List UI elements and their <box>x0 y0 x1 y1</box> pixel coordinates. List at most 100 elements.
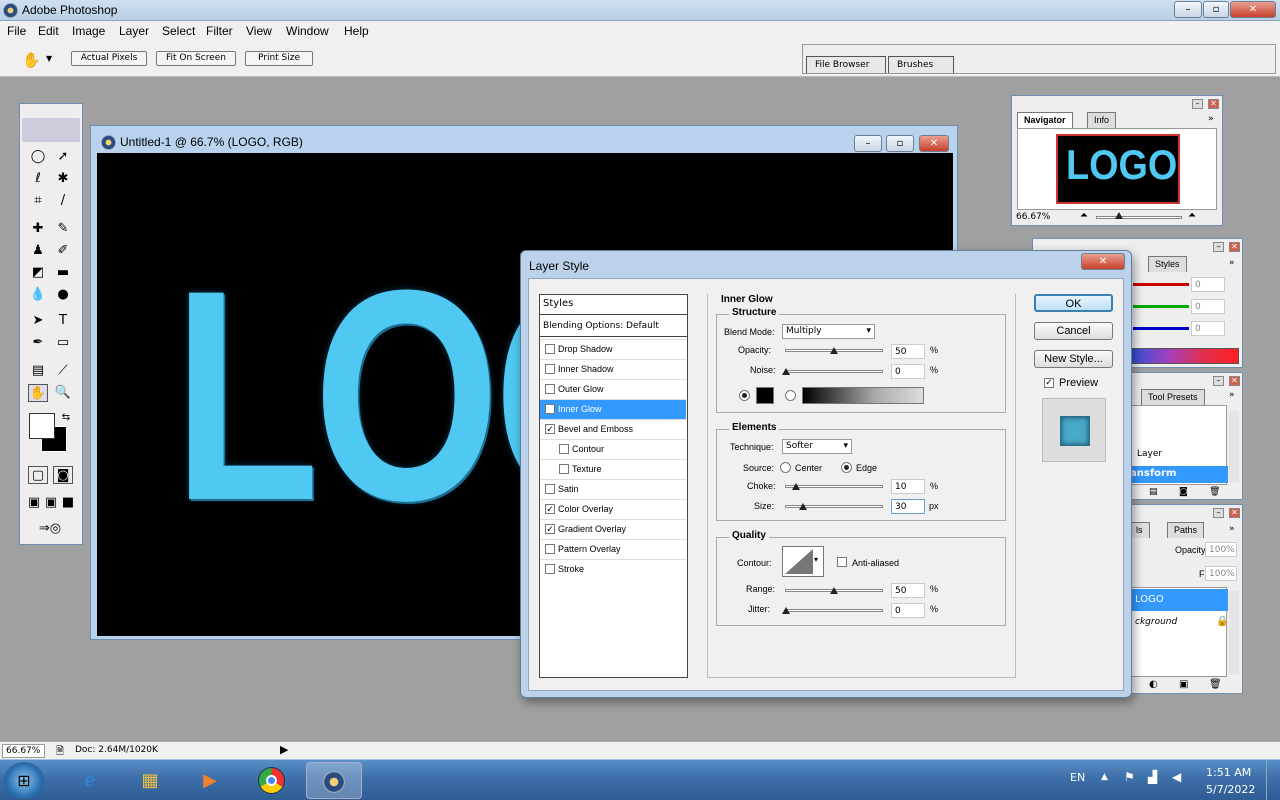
opacity-slider[interactable] <box>785 347 883 354</box>
actual-pixels-button[interactable]: Actual Pixels <box>71 51 147 66</box>
magic-wand-icon[interactable]: ✱ <box>53 170 73 188</box>
navigator-close-button[interactable]: ✕ <box>1208 99 1219 109</box>
history-close-button[interactable]: ✕ <box>1229 376 1240 386</box>
jitter-slider[interactable] <box>782 607 883 614</box>
red-slider[interactable] <box>1133 283 1189 286</box>
menu-edit[interactable]: Edit <box>38 24 59 38</box>
shape-tool-icon[interactable]: ▭ <box>53 334 73 352</box>
blue-value[interactable]: 0 <box>1191 321 1225 336</box>
adjustment-layer-icon[interactable]: ◐ <box>1149 679 1158 690</box>
style-checkbox[interactable] <box>559 444 569 454</box>
doc-minimize-button[interactable]: – <box>854 135 882 152</box>
source-center-radio[interactable] <box>780 462 791 473</box>
chevron-down-icon[interactable]: ▼ <box>46 54 52 63</box>
internet-explorer-icon[interactable]: ℯ <box>62 762 118 799</box>
layer-row-logo[interactable]: LOGO <box>1128 589 1228 611</box>
new-layer-icon[interactable]: ▣ <box>1179 679 1188 690</box>
eyedropper-icon[interactable]: ⟋ <box>53 362 73 380</box>
blur-tool-icon[interactable]: 💧 <box>28 286 48 304</box>
action-center-flag-icon[interactable]: ⚑ <box>1124 770 1135 784</box>
cancel-button[interactable]: Cancel <box>1034 322 1113 340</box>
trash-icon[interactable]: 🗑 <box>1209 487 1220 497</box>
glow-gradient-picker[interactable] <box>802 387 924 404</box>
range-input[interactable]: 50 <box>891 583 925 598</box>
panel-menu-icon[interactable]: » <box>1229 390 1235 400</box>
standard-mode-icon[interactable]: ▢ <box>28 466 48 484</box>
zoom-out-icon[interactable]: ⏶ <box>1080 210 1088 221</box>
menu-filter[interactable]: Filter <box>206 24 233 38</box>
panel-menu-icon[interactable]: » <box>1229 524 1235 534</box>
tab-styles[interactable]: Styles <box>1148 256 1187 272</box>
hand-icon[interactable]: ✋ <box>22 51 41 69</box>
imageready-jump-icon[interactable]: ⇒◎ <box>28 520 72 538</box>
lasso-tool-icon[interactable]: ℓ <box>28 170 48 188</box>
volume-icon[interactable]: ◀ <box>1172 770 1181 784</box>
style-checkbox[interactable]: ✓ <box>545 404 555 414</box>
dialog-close-button[interactable]: ✕ <box>1081 253 1125 270</box>
style-item-satin[interactable]: Satin <box>540 479 686 499</box>
style-item-inner-glow[interactable]: ✓ Inner Glow <box>540 399 686 419</box>
screen-mode-standard-icon[interactable]: ▣ <box>26 494 42 512</box>
restore-button[interactable]: ▫ <box>1203 1 1229 18</box>
path-select-icon[interactable]: ➤ <box>28 312 48 330</box>
style-checkbox[interactable] <box>559 464 569 474</box>
zoom-tool-icon[interactable]: 🔍 <box>53 384 73 402</box>
camera-icon[interactable]: ◙ <box>1179 487 1188 497</box>
color-close-button[interactable]: ✕ <box>1229 242 1240 252</box>
style-item-color-overlay[interactable]: ✓ Color Overlay <box>540 499 686 519</box>
tab-layers[interactable]: ls <box>1129 522 1150 538</box>
layer-fill-field[interactable]: 100% <box>1205 566 1237 581</box>
menu-help[interactable]: Help <box>344 24 369 38</box>
slice-tool-icon[interactable]: / <box>53 192 73 210</box>
move-tool-icon[interactable]: ➚ <box>53 148 73 166</box>
range-slider[interactable] <box>785 587 883 594</box>
history-scrollbar[interactable] <box>1229 411 1239 483</box>
styles-header[interactable]: Styles <box>540 295 687 315</box>
layers-close-button[interactable]: ✕ <box>1229 508 1240 518</box>
delete-layer-icon[interactable]: 🗑 <box>1209 679 1222 690</box>
style-checkbox[interactable] <box>545 564 555 574</box>
zoom-field[interactable]: 66.67% <box>2 744 45 758</box>
tab-tool-presets[interactable]: Tool Presets <box>1141 389 1205 405</box>
status-menu-arrow-icon[interactable]: ▶ <box>280 743 288 756</box>
style-item-stroke[interactable]: Stroke <box>540 559 686 579</box>
style-checkbox[interactable] <box>545 544 555 554</box>
history-item[interactable]: Layer <box>1137 449 1162 459</box>
doc-restore-button[interactable]: ▫ <box>886 135 914 152</box>
jitter-input[interactable]: 0 <box>891 603 925 618</box>
new-snapshot-icon[interactable]: ▤ <box>1149 487 1158 497</box>
marquee-tool-icon[interactable]: ◯ <box>28 148 48 166</box>
ok-button[interactable]: OK <box>1034 294 1113 312</box>
panel-menu-icon[interactable]: » <box>1229 258 1235 268</box>
layer-opacity-field[interactable]: 100% <box>1205 542 1237 557</box>
screen-mode-menu-icon[interactable]: ▣ <box>43 494 59 512</box>
close-button[interactable]: ✕ <box>1230 1 1276 18</box>
style-item-texture[interactable]: Texture <box>540 459 686 479</box>
technique-select[interactable]: Softer <box>782 439 852 454</box>
screen-mode-full-icon[interactable]: ■ <box>60 494 76 512</box>
show-desktop-button[interactable] <box>1266 760 1280 800</box>
size-input[interactable]: 30 <box>891 499 925 514</box>
healing-brush-icon[interactable]: ✚ <box>28 220 48 238</box>
menu-layer[interactable]: Layer <box>119 24 149 38</box>
style-checkbox[interactable] <box>545 384 555 394</box>
notes-tool-icon[interactable]: ▤ <box>28 362 48 380</box>
tab-paths[interactable]: Paths <box>1167 522 1205 538</box>
crop-tool-icon[interactable]: ⌗ <box>28 192 48 210</box>
color-ramp[interactable] <box>1131 348 1239 364</box>
contour-picker[interactable]: ▾ <box>782 546 824 577</box>
fit-on-screen-button[interactable]: Fit On Screen <box>156 51 236 66</box>
clock-time[interactable]: 1:51 AM <box>1206 766 1251 779</box>
source-edge-radio[interactable] <box>841 462 852 473</box>
color-mode-radio[interactable] <box>739 390 750 401</box>
network-icon[interactable]: ▟ <box>1148 770 1157 784</box>
style-item-drop-shadow[interactable]: Drop Shadow <box>540 339 686 359</box>
noise-input[interactable]: 0 <box>891 364 925 379</box>
gradient-mode-radio[interactable] <box>785 390 796 401</box>
type-tool-icon[interactable]: T <box>53 312 73 330</box>
doc-size[interactable]: Doc: 2.64M/1020K <box>75 745 158 755</box>
preview-checkbox[interactable]: ✓ <box>1044 378 1054 388</box>
file-explorer-icon[interactable]: ▦ <box>122 762 178 799</box>
history-minimize-button[interactable]: – <box>1213 376 1224 386</box>
eraser-tool-icon[interactable]: ◩ <box>28 264 48 282</box>
